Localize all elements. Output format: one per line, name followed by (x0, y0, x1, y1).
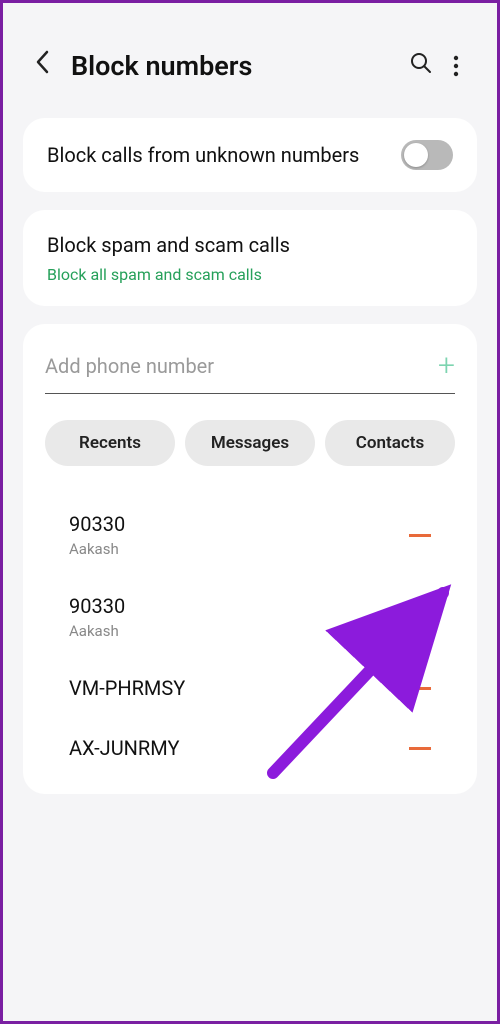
blocked-number: VM-PHRMSY (69, 676, 409, 700)
search-icon[interactable] (389, 51, 453, 81)
tab-contacts[interactable]: Contacts (325, 420, 455, 466)
blocked-entry: 90330 Aakash (45, 494, 455, 576)
remove-icon[interactable] (409, 687, 431, 690)
phone-number-input[interactable] (45, 354, 426, 378)
blocked-entry: AX-JUNRMY (45, 718, 455, 778)
block-unknown-toggle[interactable] (401, 140, 453, 170)
back-icon[interactable] (33, 48, 71, 83)
toggle-knob (404, 143, 428, 167)
block-spam-subtitle: Block all spam and scam calls (47, 265, 262, 284)
remove-icon[interactable] (409, 747, 431, 750)
more-icon[interactable] (453, 55, 467, 77)
blocked-number: AX-JUNRMY (69, 736, 409, 760)
add-icon[interactable]: + (426, 348, 455, 383)
add-number-section: + Recents Messages Contacts 90330 Aakash… (23, 324, 477, 794)
block-unknown-label: Block calls from unknown numbers (47, 142, 401, 169)
blocked-name: Aakash (69, 540, 409, 558)
blocked-entry: VM-PHRMSY (45, 658, 455, 718)
block-spam-card[interactable]: Block spam and scam calls Block all spam… (23, 210, 477, 306)
remove-icon[interactable] (409, 616, 431, 619)
blocked-number: 90330 (69, 512, 409, 536)
blocked-entry: 90330 Aakash (45, 576, 455, 658)
remove-icon[interactable] (409, 534, 431, 537)
header-bar: Block numbers (23, 23, 477, 118)
block-unknown-card: Block calls from unknown numbers (23, 118, 477, 192)
tab-messages[interactable]: Messages (185, 420, 315, 466)
block-spam-title: Block spam and scam calls (47, 232, 290, 259)
blocked-number: 90330 (69, 594, 409, 618)
blocked-name: Aakash (69, 622, 409, 640)
page-title: Block numbers (71, 50, 389, 82)
tab-recents[interactable]: Recents (45, 420, 175, 466)
